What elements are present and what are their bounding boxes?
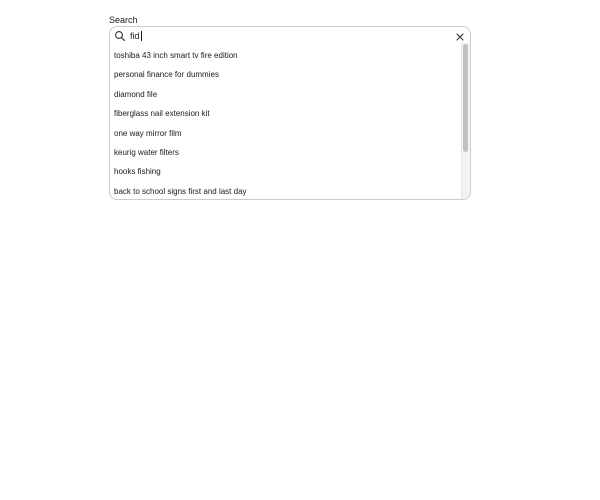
suggestion-item[interactable]: hooks fishing [110, 162, 461, 181]
search-input[interactable]: fid [130, 30, 142, 42]
suggestion-item[interactable]: fiberglass nail extension kit [110, 104, 461, 123]
scrollbar-thumb[interactable] [463, 44, 468, 152]
suggestion-item[interactable]: back to school signs first and last day [110, 182, 461, 199]
suggestion-item[interactable]: toshiba 43 inch smart tv fire edition [110, 46, 461, 65]
suggestion-scrollbar[interactable] [461, 43, 470, 199]
suggestion-item[interactable]: diamond file [110, 85, 461, 104]
clear-button[interactable] [454, 30, 466, 42]
search-combobox[interactable]: fid toshiba 43 inch smart tv fire editio… [109, 26, 471, 200]
suggestion-list: toshiba 43 inch smart tv fire edition pe… [110, 46, 461, 199]
search-icon [114, 29, 126, 42]
search-widget: Search fid toshiba 43 inch smart tv fire… [109, 14, 471, 200]
suggestion-item[interactable]: one way mirror film [110, 124, 461, 143]
suggestion-item[interactable]: personal finance for dummies [110, 65, 461, 84]
close-icon [456, 33, 464, 41]
search-input-value: fid [130, 31, 140, 41]
suggestion-item[interactable]: keurig water filters [110, 143, 461, 162]
search-label: Search [109, 15, 138, 25]
text-caret [140, 31, 142, 41]
search-input-row[interactable]: fid [110, 27, 470, 45]
